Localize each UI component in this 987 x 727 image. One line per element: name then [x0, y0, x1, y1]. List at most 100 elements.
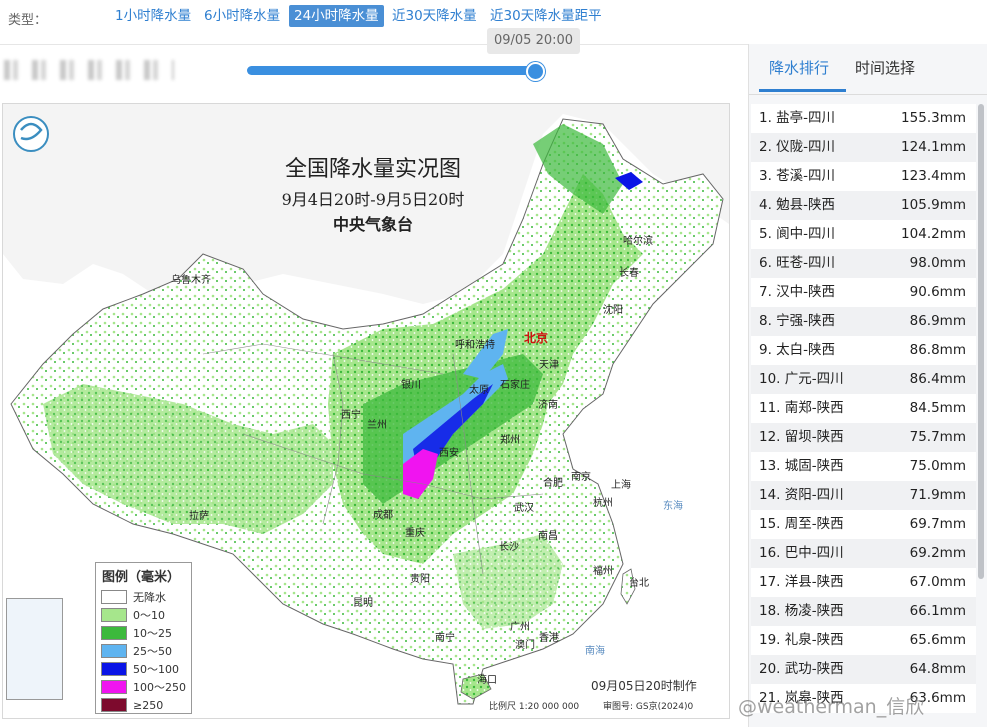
tab-30d-anomaly[interactable]: 近30天降水量距平: [485, 5, 607, 27]
legend-swatch: [101, 644, 127, 658]
ranking-value: 86.8mm: [909, 342, 966, 358]
legend-label: 0～10: [133, 609, 165, 622]
ranking-value: 64.8mm: [909, 661, 966, 677]
ranking-station: 11. 南郑-陕西: [759, 400, 844, 416]
south-china-sea-inset: [6, 598, 63, 700]
legend-swatch: [101, 698, 127, 712]
cma-logo-icon: [13, 116, 49, 152]
ranking-station: 7. 汉中-陕西: [759, 284, 836, 300]
ranking-row[interactable]: 18. 杨凌-陕西 66.1mm: [751, 597, 976, 626]
city-label: 呼和浩特: [455, 340, 495, 351]
playback-buttons-icon[interactable]: [4, 60, 174, 80]
tab-precip-ranking[interactable]: 降水排行: [769, 57, 829, 78]
ranking-station: 8. 宁强-陕西: [759, 313, 836, 329]
city-label: 长沙: [499, 542, 519, 553]
ranking-row[interactable]: 2. 仪陇-四川 124.1mm: [751, 133, 976, 162]
ranking-row[interactable]: 3. 苍溪-四川 123.4mm: [751, 162, 976, 191]
ranking-row[interactable]: 7. 汉中-陕西 90.6mm: [751, 278, 976, 307]
ranking-value: 105.9mm: [901, 197, 966, 213]
legend-title: 图例（毫米）: [102, 570, 181, 585]
ranking-row[interactable]: 11. 南郑-陕西 84.5mm: [751, 394, 976, 423]
legend-item: 10～25: [96, 624, 191, 642]
ranking-row[interactable]: 14. 资阳-四川 71.9mm: [751, 481, 976, 510]
legend-item: 25～50: [96, 642, 191, 660]
tab-6h-precip[interactable]: 6小时降水量: [199, 5, 285, 27]
tab-24h-precip[interactable]: 24小时降水量: [289, 5, 384, 27]
legend-item: 0～10: [96, 606, 191, 624]
ranking-station: 17. 洋县-陕西: [759, 574, 844, 590]
city-label: 武汉: [514, 503, 534, 514]
city-label: 南昌: [538, 531, 558, 542]
legend-swatch: [101, 626, 127, 640]
ranking-row[interactable]: 16. 巴中-四川 69.2mm: [751, 539, 976, 568]
ranking-row[interactable]: 15. 周至-陕西 69.7mm: [751, 510, 976, 539]
ranking-row[interactable]: 8. 宁强-陕西 86.9mm: [751, 307, 976, 336]
ranking-value: 123.4mm: [901, 168, 966, 184]
ranking-station: 20. 武功-陕西: [759, 661, 844, 677]
timeline-handle[interactable]: [526, 62, 545, 81]
ranking-station: 4. 勉县-陕西: [759, 197, 836, 213]
city-label: 郑州: [500, 435, 520, 446]
ranking-value: 65.6mm: [909, 632, 966, 648]
city-label: 重庆: [405, 528, 425, 539]
sea-label: 南海: [585, 646, 605, 657]
city-label: 拉萨: [189, 511, 209, 522]
legend-swatch: [101, 590, 127, 604]
ranking-value: 66.1mm: [909, 603, 966, 619]
ranking-sidebar: 降水排行 时间选择 1. 盐亭-四川 155.3mm 2. 仪陇-四川 124.1mm…: [748, 44, 987, 727]
ranking-station: 12. 留坝-陕西: [759, 429, 844, 445]
legend-swatch: [101, 680, 127, 694]
ranking-row[interactable]: 10. 广元-四川 86.4mm: [751, 365, 976, 394]
city-label: 台北: [629, 578, 649, 589]
ranking-row[interactable]: 5. 阆中-四川 104.2mm: [751, 220, 976, 249]
ranking-row[interactable]: 12. 留坝-陕西 75.7mm: [751, 423, 976, 452]
time-tooltip: 09/05 20:00: [487, 28, 580, 54]
city-label: 福州: [593, 566, 613, 577]
ranking-row[interactable]: 9. 太白-陕西 86.8mm: [751, 336, 976, 365]
timeline-track[interactable]: [247, 66, 537, 75]
ranking-station: 16. 巴中-四川: [759, 545, 844, 561]
ranking-value: 86.9mm: [909, 313, 966, 329]
ranking-row[interactable]: 4. 勉县-陕西 105.9mm: [751, 191, 976, 220]
ranking-row[interactable]: 20. 武功-陕西 64.8mm: [751, 655, 976, 684]
ranking-row[interactable]: 1. 盐亭-四川 155.3mm: [751, 104, 976, 133]
ranking-station: 18. 杨凌-陕西: [759, 603, 844, 619]
type-label: 类型：: [8, 13, 48, 28]
city-label: 天津: [539, 360, 559, 371]
ranking-scrollbar[interactable]: [978, 104, 984, 579]
map-scale: 比例尺 1:20 000 000: [489, 702, 580, 712]
ranking-value: 84.5mm: [909, 400, 966, 416]
legend-label: 100～250: [133, 681, 186, 694]
tab-30d-precip[interactable]: 近30天降水量: [387, 5, 482, 27]
map-title: 全国降水量实况图: [284, 157, 461, 182]
ranking-row[interactable]: 19. 礼泉-陕西 65.6mm: [751, 626, 976, 655]
ranking-station: 3. 苍溪-四川: [759, 168, 836, 184]
city-label: 南宁: [435, 633, 455, 644]
review-number: 审图号: GS京(2024)0: [603, 702, 694, 712]
legend-item: 100～250: [96, 678, 191, 696]
legend-item: 50～100: [96, 660, 191, 678]
tab-time-select[interactable]: 时间选择: [855, 57, 915, 78]
tab-1h-precip[interactable]: 1小时降水量: [110, 5, 196, 27]
city-label: 南京: [571, 472, 591, 483]
city-label: 太原: [469, 385, 489, 396]
legend-label: 50～100: [133, 663, 179, 676]
ranking-row[interactable]: 6. 旺苍-四川 98.0mm: [751, 249, 976, 278]
city-label: 杭州: [593, 498, 613, 509]
city-label: 香港: [539, 633, 559, 644]
ranking-value: 104.2mm: [901, 226, 966, 242]
legend-label: 25～50: [133, 645, 172, 658]
city-label-capital: 北京: [524, 331, 549, 345]
city-label: 银川: [401, 380, 421, 391]
legend-label: 10～25: [133, 627, 172, 640]
ranking-value: 124.1mm: [901, 139, 966, 155]
city-label: 澳门: [515, 640, 535, 651]
ranking-value: 90.6mm: [909, 284, 966, 300]
city-label: 贵阳: [410, 574, 430, 585]
city-label: 济南: [538, 400, 558, 411]
legend-swatch: [101, 608, 127, 622]
ranking-row[interactable]: 13. 城固-陕西 75.0mm: [751, 452, 976, 481]
legend-item: 无降水: [96, 588, 191, 606]
ranking-row[interactable]: 17. 洋县-陕西 67.0mm: [751, 568, 976, 597]
active-tab-indicator: [759, 89, 846, 92]
